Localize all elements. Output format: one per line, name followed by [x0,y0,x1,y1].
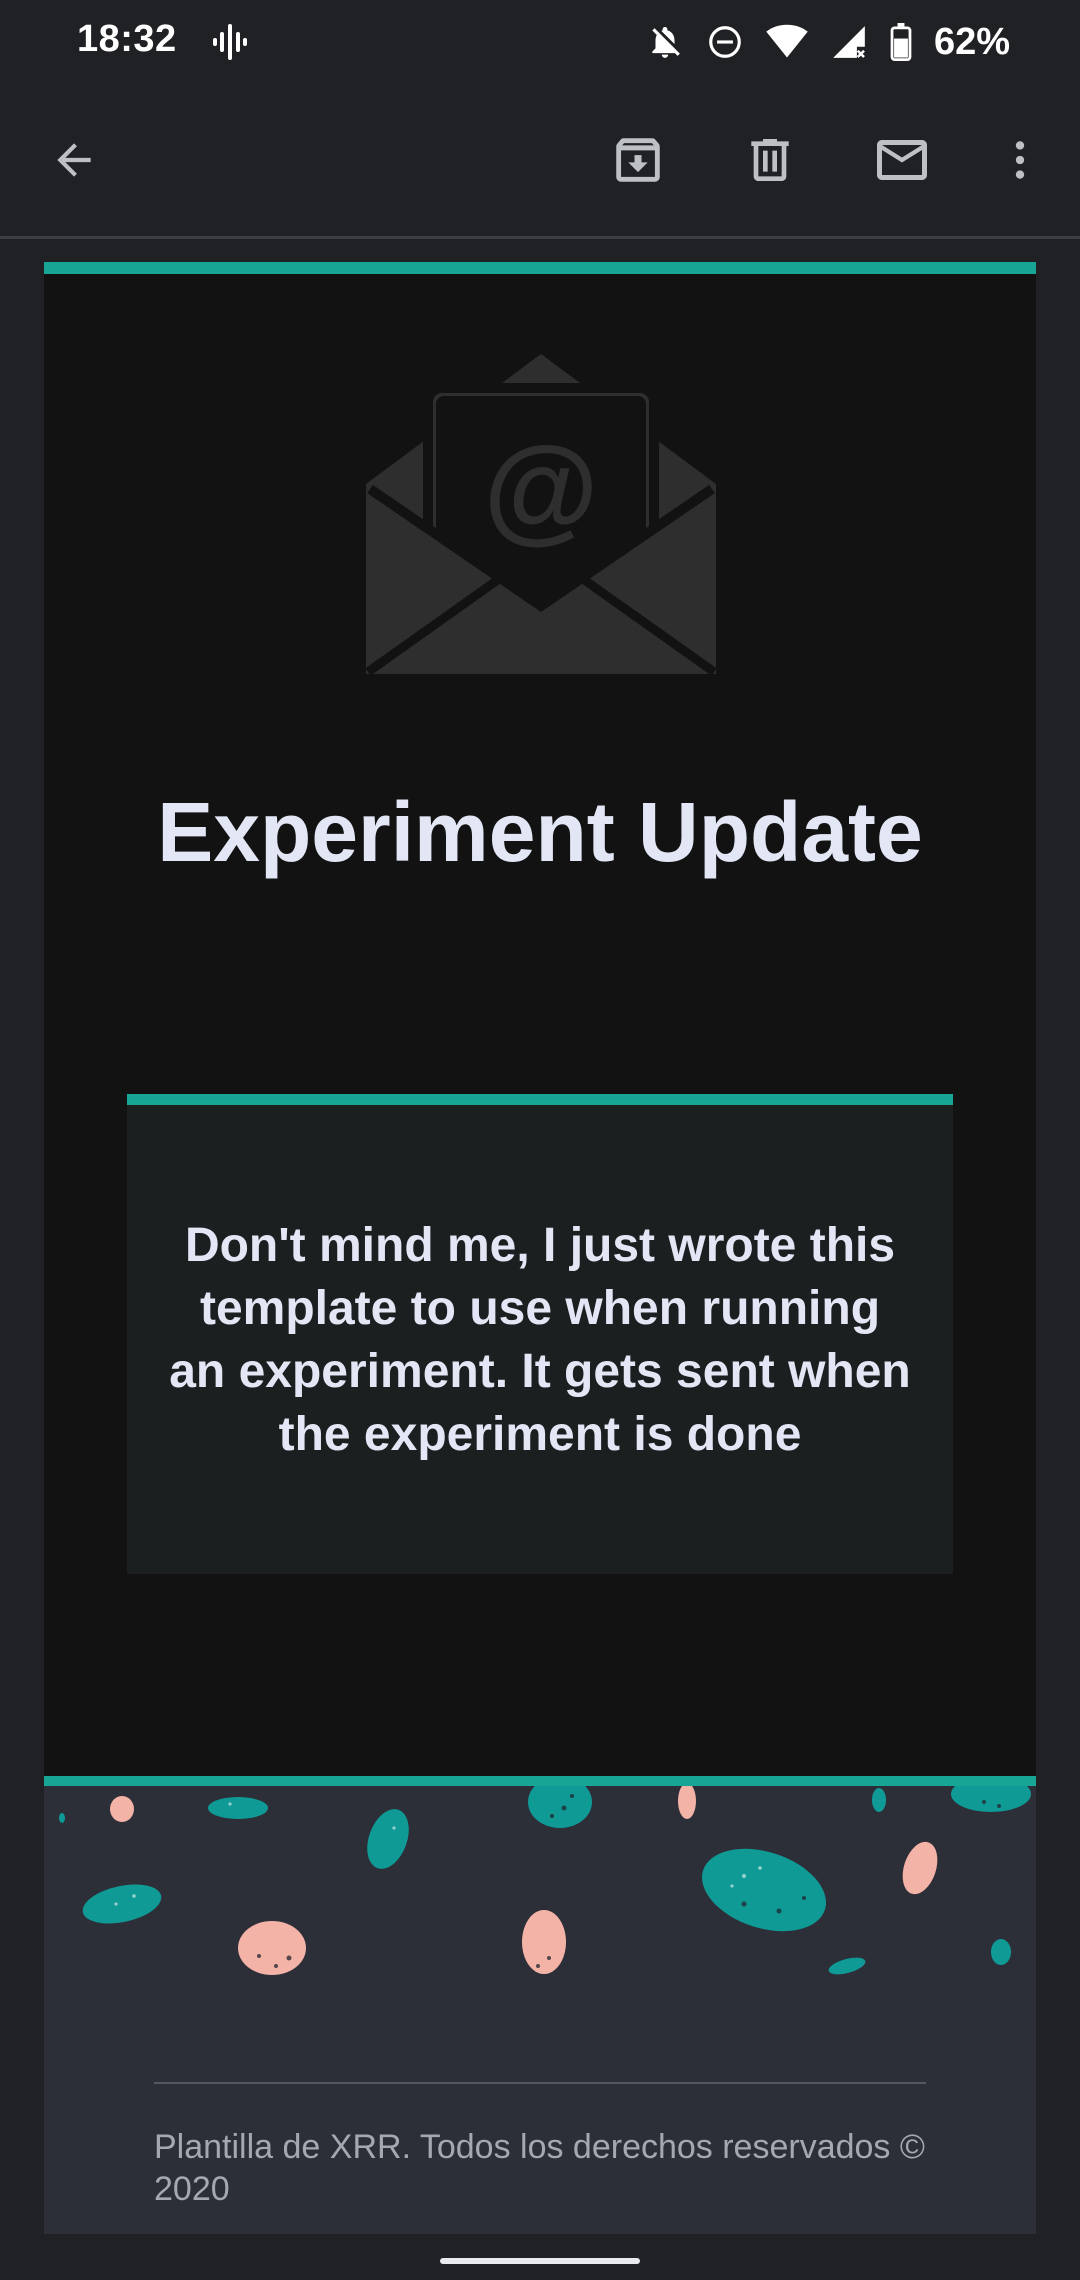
message-text: Don't mind me, I just wrote this templat… [169,1218,911,1461]
email-toolbar [0,84,1080,239]
battery-icon [890,23,912,61]
email-body: @ Experiment Update Don't mind me, I jus… [44,262,1036,1782]
message-card: Don't mind me, I just wrote this templat… [127,1094,953,1574]
email-title: Experiment Update [157,785,923,879]
mark-unread-icon [877,140,927,180]
notifications-off-icon [652,26,680,58]
system-navigation-bar [0,2236,1080,2280]
email-hero: @ Experiment Update Don't mind me, I jus… [44,262,1036,1782]
archive-button[interactable] [606,128,670,192]
signal-icon [833,26,865,58]
more-options-button[interactable] [988,128,1052,192]
footer-divider [154,2082,926,2084]
email-footer: Plantilla de XRR. Todos los derechos res… [44,1776,1036,2234]
more-vert-icon [1015,141,1025,179]
status-bar: 18:32 62% [0,0,1080,84]
do-not-disturb-icon [709,26,741,58]
archive-icon [616,138,660,182]
home-gesture-handle[interactable] [440,2258,640,2264]
arrow-back-icon [57,143,91,177]
mark-unread-button[interactable] [870,128,934,192]
wifi-icon [766,24,808,58]
back-button[interactable] [42,128,106,192]
battery-percent: 62% [933,20,1010,63]
delete-button[interactable] [738,128,802,192]
footer-copyright: Plantilla de XRR. Todos los derechos res… [154,2128,925,2208]
open-envelope-at-icon: @ [366,354,716,674]
decorative-eggs-illustration [59,1786,1031,1975]
podcast-icon [213,24,247,60]
status-icons: 62% [646,18,1010,66]
delete-icon [751,139,789,181]
svg-text:@: @ [483,423,598,555]
status-time: 18:32 [77,18,177,60]
